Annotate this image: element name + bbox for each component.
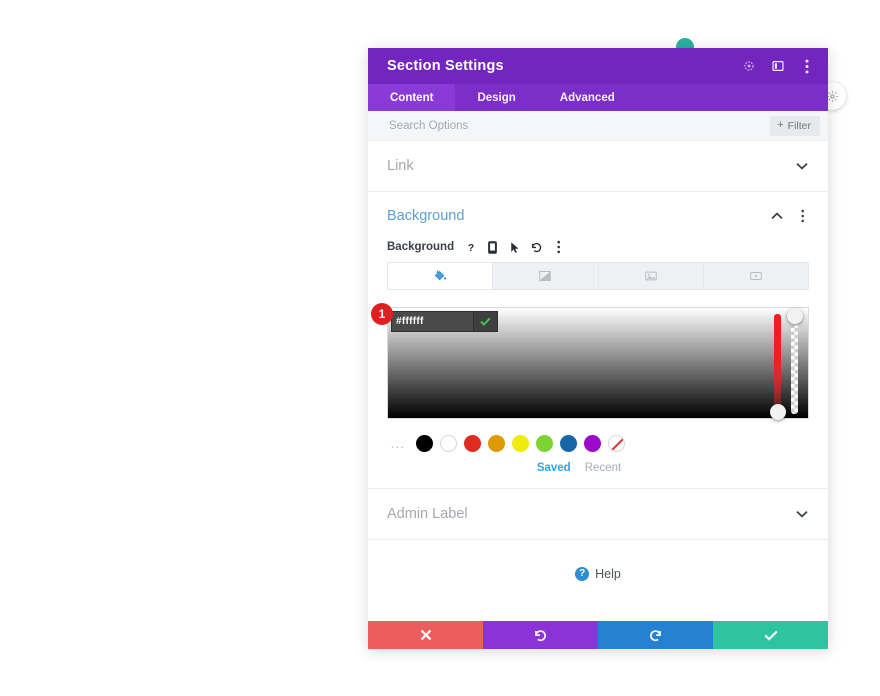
- swatch-orange[interactable]: [488, 435, 505, 452]
- alpha-slider[interactable]: [786, 308, 803, 414]
- paint-bucket-icon: [434, 270, 447, 281]
- background-field-label-row: Background ?: [368, 240, 828, 254]
- save-button[interactable]: [713, 621, 828, 649]
- color-picker-saturation-area[interactable]: [387, 307, 809, 420]
- check-icon: [480, 317, 491, 326]
- redo-button[interactable]: [598, 621, 713, 649]
- responsive-mobile-icon[interactable]: [486, 240, 499, 254]
- help-icon: ?: [575, 567, 590, 581]
- tab-design[interactable]: Design: [455, 84, 537, 111]
- section-toggle-link[interactable]: Link: [368, 141, 828, 192]
- swatch-blue[interactable]: [560, 435, 577, 452]
- swatch-purple[interactable]: [584, 435, 601, 452]
- gradient-icon: [539, 270, 552, 282]
- chevron-down-icon: [795, 507, 809, 521]
- chevron-up-icon[interactable]: [770, 209, 784, 223]
- swatch-tab-saved[interactable]: Saved: [537, 462, 571, 474]
- background-image-tab[interactable]: [598, 263, 704, 289]
- background-type-tabs: [387, 262, 809, 290]
- section-title-link: Link: [387, 158, 414, 174]
- swatch-tab-row: Saved Recent: [368, 462, 828, 474]
- section-title-admin-label: Admin Label: [387, 506, 468, 522]
- hover-cursor-icon[interactable]: [508, 240, 521, 254]
- background-field-label: Background: [387, 241, 455, 253]
- section-background-tools: [770, 209, 809, 223]
- section-toggle-admin-label[interactable]: Admin Label: [368, 489, 828, 540]
- undo-button[interactable]: [483, 621, 598, 649]
- color-swatch-row: ...: [387, 435, 809, 452]
- search-input[interactable]: [387, 118, 771, 133]
- section-settings-panel: Section Settings Content Design Advanced…: [368, 48, 828, 649]
- step-badge-1: 1: [371, 303, 393, 325]
- close-icon: [420, 629, 431, 641]
- section-title-background: Background: [387, 208, 465, 224]
- plus-icon: +: [777, 119, 784, 131]
- swatch-red[interactable]: [464, 435, 481, 452]
- swatch-green[interactable]: [536, 435, 553, 452]
- undo-icon: [535, 629, 546, 641]
- help-label: Help: [595, 567, 621, 581]
- background-gradient-tab[interactable]: [493, 263, 599, 289]
- cancel-button[interactable]: [368, 621, 483, 649]
- check-icon: [763, 630, 778, 641]
- search-row: + Filter: [368, 111, 828, 141]
- swatch-yellow[interactable]: [512, 435, 529, 452]
- focus-target-icon[interactable]: [741, 59, 756, 74]
- kebab-menu-icon[interactable]: [796, 209, 809, 223]
- swatch-white[interactable]: [440, 435, 457, 452]
- color-picker: 1: [371, 303, 809, 420]
- panel-body: Link Background Background ? 1 #ffffff .…: [368, 141, 828, 621]
- section-background: Background Background ? 1 #ffffff ... Sa…: [368, 192, 828, 489]
- swatch-tab-recent[interactable]: Recent: [585, 462, 621, 474]
- kebab-menu-icon[interactable]: [552, 240, 565, 254]
- alpha-slider-handle[interactable]: [786, 308, 803, 324]
- panel-tab-bar: Content Design Advanced: [368, 84, 828, 111]
- swatch-more-button[interactable]: ...: [387, 436, 409, 451]
- swatch-black[interactable]: [416, 435, 433, 452]
- video-icon: [750, 272, 762, 280]
- hex-input-box: [391, 311, 498, 332]
- layout-panel-icon[interactable]: [770, 59, 785, 74]
- section-background-header[interactable]: Background: [368, 192, 828, 240]
- hex-color-input[interactable]: [392, 312, 473, 331]
- hue-slider-handle[interactable]: [769, 404, 786, 420]
- panel-header: Section Settings: [368, 48, 828, 84]
- color-picker-sliders: [769, 308, 803, 420]
- header-icon-group: [741, 59, 814, 74]
- kebab-menu-icon[interactable]: [799, 59, 814, 74]
- panel-footer: [368, 621, 828, 649]
- tab-advanced[interactable]: Advanced: [538, 84, 637, 111]
- filter-button[interactable]: + Filter: [770, 115, 820, 136]
- hue-slider[interactable]: [769, 314, 786, 420]
- swatch-none-transparent[interactable]: [608, 435, 625, 452]
- reset-undo-icon[interactable]: [530, 240, 543, 254]
- svg-text:?: ?: [467, 242, 473, 253]
- image-icon: [644, 271, 657, 281]
- redo-icon: [650, 629, 661, 641]
- hex-confirm-button[interactable]: [473, 312, 497, 331]
- background-color-tab[interactable]: [388, 263, 494, 289]
- help-button[interactable]: ? Help: [368, 540, 828, 581]
- tab-content[interactable]: Content: [368, 84, 456, 111]
- filter-button-label: Filter: [787, 119, 811, 132]
- panel-title: Section Settings: [387, 58, 504, 74]
- background-video-tab[interactable]: [703, 263, 808, 289]
- chevron-down-icon: [795, 159, 809, 173]
- help-icon[interactable]: ?: [464, 240, 477, 254]
